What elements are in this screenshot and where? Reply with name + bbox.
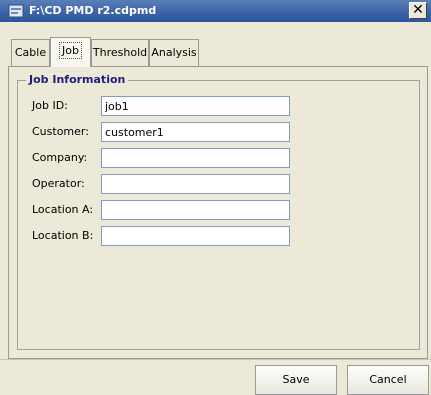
customer-input[interactable] [101,122,290,142]
tab-threshold-label: Threshold [92,46,148,59]
tab-analysis-label: Analysis [151,46,197,59]
job-id-input[interactable] [101,96,290,116]
cancel-button[interactable]: Cancel [347,365,429,395]
window-title: F:\CD PMD r2.cdpmd [29,4,157,17]
tab-cable-label: Cable [14,46,47,59]
operator-label: Operator: [32,177,85,190]
tab-job[interactable]: Job [50,37,91,67]
close-icon[interactable]: ✕ [409,2,427,19]
tab-threshold[interactable]: Threshold [91,39,149,66]
save-button[interactable]: Save [255,365,337,395]
tab-cable[interactable]: Cable [11,39,50,66]
location-b-label: Location B: [32,229,94,242]
operator-input[interactable] [101,174,290,194]
job-id-label: Job ID: [32,99,68,112]
tab-analysis[interactable]: Analysis [149,39,199,66]
company-label: Company: [32,151,88,164]
location-a-label: Location A: [32,203,94,216]
footer-divider [0,359,431,360]
customer-label: Customer: [32,125,89,138]
company-input[interactable] [101,148,290,168]
tab-job-label: Job [59,42,82,59]
location-b-input[interactable] [101,226,290,246]
job-information-title: Job Information [26,73,129,86]
location-a-input[interactable] [101,200,290,220]
window-titlebar[interactable]: F:\CD PMD r2.cdpmd ✕ [0,0,431,22]
app-icon [8,3,24,19]
